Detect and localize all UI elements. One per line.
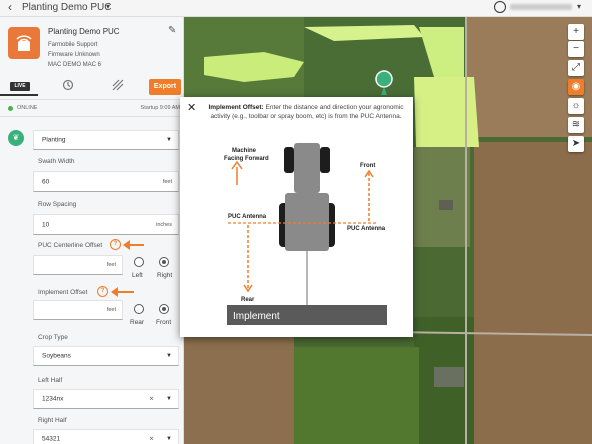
left-half-label: Left Half <box>38 377 63 384</box>
minus-icon[interactable]: − <box>568 41 584 57</box>
online-dot <box>8 106 13 111</box>
weather-icon[interactable]: ☼ <box>568 98 584 114</box>
annotation-arrow-icon <box>123 240 144 250</box>
chevron-down-icon[interactable]: ▾ <box>106 2 110 11</box>
radio-right-label: Right <box>157 272 173 279</box>
device-firmware: Firmware Unknown <box>48 52 100 58</box>
swath-width-value: 60 <box>42 178 50 185</box>
implement-offset-label: Implement Offset <box>38 289 88 296</box>
puc-antenna-right-label: PUC Antenna <box>347 226 386 232</box>
radio-left[interactable] <box>134 257 144 267</box>
radio-rear[interactable] <box>134 304 144 314</box>
device-owner: Farmobile Support <box>48 42 98 48</box>
row-spacing-label: Row Spacing <box>38 201 77 208</box>
globe-icon[interactable]: ◉ <box>568 79 584 95</box>
fullscreen-icon[interactable]: ⤢ <box>568 60 584 76</box>
device-icon <box>8 27 40 59</box>
online-status: ONLINE <box>17 105 38 111</box>
implement-offset-modal: ✕ Implement Offset: Enter the distance a… <box>180 97 413 337</box>
radio-right[interactable] <box>159 257 169 267</box>
plus-icon[interactable]: + <box>568 24 584 40</box>
crop-type-select[interactable]: Soybeans ▼ <box>33 346 179 366</box>
puc-offset-help-icon[interactable]: ? <box>110 239 121 250</box>
radio-rear-label: Rear <box>130 319 145 326</box>
radio-front-label: Front <box>156 319 172 326</box>
implement-label: Implement <box>233 311 280 322</box>
tab-live[interactable]: LIVE <box>10 82 30 91</box>
active-tab-indicator <box>0 94 38 96</box>
device-mac: MAC DEMO MAC 6 <box>48 62 102 68</box>
implement-offset-help-icon[interactable]: ? <box>97 286 108 297</box>
caret-down-icon: ▼ <box>166 353 172 359</box>
implement-offset-unit: feet <box>106 307 116 313</box>
radio-left-label: Left <box>132 272 143 279</box>
startup-time: Startup 9:09 AM <box>140 105 180 111</box>
row-spacing-unit: inches <box>156 221 172 228</box>
device-title[interactable]: Planting Demo PUC <box>22 2 111 13</box>
status-row: ONLINE Startup 9:09 AM <box>0 99 183 117</box>
clear-icon[interactable]: ✕ <box>149 396 154 403</box>
swath-width-unit: feet <box>162 178 172 185</box>
rear-label: Rear <box>241 297 255 303</box>
account-name-redacted[interactable] <box>510 4 572 10</box>
left-half-value: 1234nx <box>42 395 64 403</box>
locate-icon[interactable]: ➤ <box>568 136 584 152</box>
activity-value: Planting <box>42 136 66 144</box>
back-icon[interactable]: ‹ <box>8 0 12 14</box>
account-chevron-icon[interactable]: ▾ <box>577 2 581 11</box>
history-icon[interactable] <box>62 79 74 97</box>
clear-icon[interactable]: ✕ <box>149 436 154 443</box>
radio-front[interactable] <box>159 304 169 314</box>
pattern-icon[interactable] <box>112 79 124 97</box>
machine-label-2: Facing Forward <box>224 156 269 162</box>
crop-type-value: Soybeans <box>42 352 71 360</box>
puc-antenna-left-label: PUC Antenna <box>228 214 267 220</box>
edit-icon[interactable]: ✎ <box>168 25 176 36</box>
swath-width-input[interactable]: 60 feet <box>33 171 179 192</box>
front-label: Front <box>360 163 375 169</box>
device-name: Planting Demo PUC <box>48 27 120 36</box>
implement-offset-input[interactable]: feet <box>33 300 123 320</box>
sidebar-tabs: LIVE Export <box>0 77 183 97</box>
offset-diagram: Machine Facing Forward Front PUC Antenna… <box>224 143 387 325</box>
account-icon[interactable] <box>494 1 506 13</box>
crop-type-label: Crop Type <box>38 334 68 341</box>
puc-offset-label: PUC Centerline Offset <box>38 242 103 249</box>
layers-icon[interactable]: ≋ <box>568 117 584 133</box>
row-spacing-input[interactable]: 10 inches <box>33 214 179 235</box>
machine-label-1: Machine <box>232 148 257 154</box>
activity-select[interactable]: Planting ▼ <box>33 130 179 150</box>
swath-width-label: Swath Width <box>38 158 75 165</box>
right-half-value: 54321 <box>42 435 61 443</box>
caret-down-icon: ▼ <box>166 137 172 143</box>
modal-title: Implement Offset: <box>208 104 264 111</box>
planting-activity-icon: ❦ <box>8 130 24 146</box>
left-half-select[interactable]: 1234nx ✕ ▼ <box>33 389 179 409</box>
puc-offset-input[interactable]: feet <box>33 255 123 275</box>
top-bar: ‹ Planting Demo PUC ▾ ▾ <box>0 0 592 17</box>
modal-description: Implement Offset: Enter the distance and… <box>206 103 406 121</box>
row-spacing-value: 10 <box>42 221 50 228</box>
puc-offset-unit: feet <box>106 262 116 268</box>
export-button[interactable]: Export <box>149 79 181 95</box>
sidebar: Planting Demo PUC Farmobile Support Firm… <box>0 17 184 444</box>
right-half-select[interactable]: 54321 ✕ ▼ <box>33 429 179 444</box>
caret-down-icon: ▼ <box>166 436 172 442</box>
annotation-arrow-icon <box>111 287 134 297</box>
caret-down-icon: ▼ <box>166 396 172 402</box>
right-half-label: Right Half <box>38 417 67 424</box>
close-icon[interactable]: ✕ <box>187 101 196 114</box>
